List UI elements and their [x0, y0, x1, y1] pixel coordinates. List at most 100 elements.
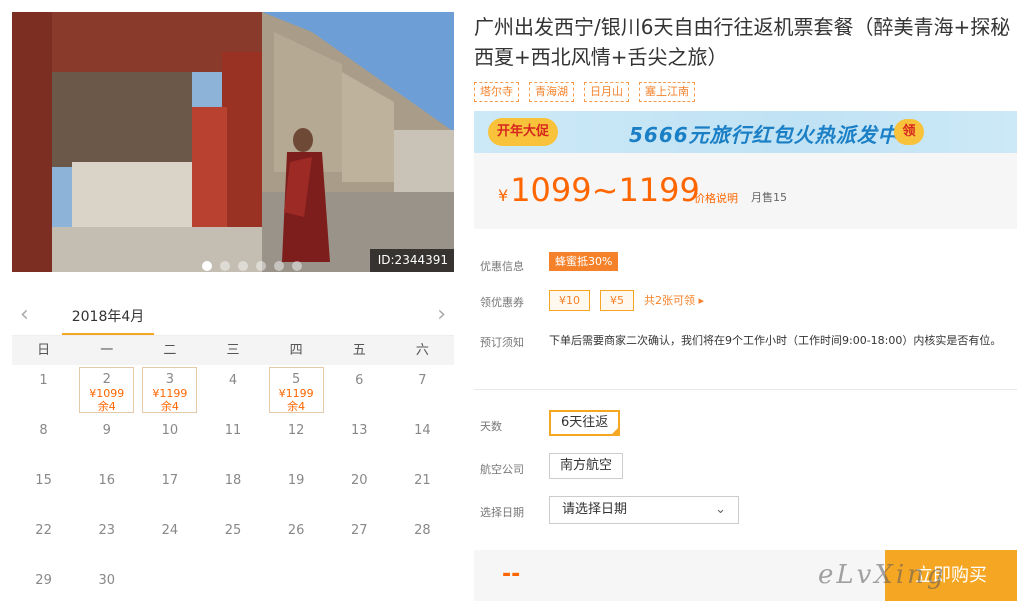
- calendar-header: ‹ 2018年4月 ›: [12, 300, 454, 335]
- calendar-day-available[interactable]: 2 ¥1099 余4: [79, 367, 135, 413]
- product-tag[interactable]: 塔尔寺: [474, 82, 519, 102]
- carousel-dot[interactable]: [202, 261, 212, 271]
- carousel-dot[interactable]: [292, 261, 302, 271]
- weekday-label: 二: [163, 343, 177, 358]
- price-explanation-link[interactable]: 价格说明: [694, 190, 738, 206]
- calendar-day-remaining: 余4: [97, 400, 116, 413]
- prev-month-button[interactable]: ‹: [20, 302, 29, 327]
- calendar-day: 30: [75, 565, 138, 609]
- chevron-down-icon: ⌄: [715, 502, 726, 517]
- notice-label: 预订须知: [480, 336, 524, 349]
- airline-label: 航空公司: [480, 463, 524, 476]
- calendar-day-price: ¥1099: [89, 387, 125, 400]
- calendar-day-number: 30: [98, 573, 115, 588]
- calendar-day-number: 23: [98, 523, 115, 538]
- calendar-day-number: 7: [418, 373, 427, 388]
- price-panel: ¥1099~1199 价格说明 月售15: [474, 153, 1017, 229]
- calendar-day: 1: [12, 365, 75, 415]
- coupon-5[interactable]: ¥5: [600, 290, 634, 311]
- calendar-day-number: 4: [228, 373, 238, 388]
- calendar-grid: 1 2 ¥1099 余4 3 ¥1199 余4 4 5 ¥1199 余4 6 7 8 9 10 11 12 13 14…: [12, 365, 454, 609]
- calendar-day-number: 6: [355, 373, 364, 388]
- calendar-day: 9: [75, 415, 138, 465]
- calendar-day: 18: [201, 465, 264, 515]
- calendar-day-available[interactable]: 5 ¥1199 余4: [268, 367, 324, 413]
- discount-badge: 蜂蜜抵30%: [549, 252, 619, 271]
- calendar-day: 4: [201, 365, 264, 415]
- promo-banner[interactable]: 开年大促 5666元旅行红包火热派发中 领: [474, 111, 1017, 153]
- weekday-label: 一: [100, 343, 114, 358]
- calendar-day-number: 1: [39, 373, 48, 388]
- calendar-day-number: 29: [35, 573, 52, 588]
- calendar-day-number: 17: [161, 473, 179, 488]
- calendar-day-number: 28: [414, 523, 431, 538]
- calendar-day-number: 16: [98, 473, 115, 488]
- date-select[interactable]: 请选择日期 ⌄: [549, 496, 739, 524]
- weekday-label: 五: [352, 343, 366, 358]
- price-range-value: 1099~1199: [510, 171, 700, 209]
- days-label: 天数: [480, 420, 502, 433]
- carousel-dot[interactable]: [220, 261, 230, 271]
- photo-illustration: [12, 12, 454, 272]
- calendar-day: 15: [12, 465, 75, 515]
- calendar-day-available[interactable]: 3 ¥1199 余4: [142, 367, 198, 413]
- calendar-day: 20: [328, 465, 391, 515]
- calendar-day: 27: [328, 515, 391, 565]
- promo-badge: 开年大促: [488, 118, 558, 146]
- calendar-month-tab[interactable]: 2018年4月: [62, 300, 154, 335]
- calendar-day-number: 8: [39, 423, 48, 438]
- currency-symbol: ¥: [498, 186, 509, 205]
- calendar-day-price: ¥1199: [278, 387, 314, 400]
- date-label: 选择日期: [480, 506, 524, 519]
- calendar-day-number: 24: [161, 523, 179, 538]
- calendar-day: 22: [12, 515, 75, 565]
- calendar-day-number: 10: [161, 423, 179, 438]
- carousel-dot[interactable]: [256, 261, 266, 271]
- booking-notice: 下单后需要商家二次确认，我们将在9个工作小时（工作时间9:00-18:00）内核…: [549, 334, 1002, 347]
- calendar-weekday-row: 日 一 二 三 四 五 六: [12, 335, 454, 365]
- calendar-day-number: 26: [287, 523, 305, 538]
- product-tag[interactable]: 塞上江南: [639, 82, 695, 102]
- coupon-more-link[interactable]: 共2张可领 ▸: [644, 294, 704, 307]
- weekday-label: 三: [226, 343, 240, 358]
- days-option-6[interactable]: 6天往返: [549, 410, 621, 436]
- airline-option[interactable]: 南方航空: [549, 453, 624, 479]
- monthly-sales: 月售15: [751, 191, 787, 204]
- carousel-dot[interactable]: [274, 261, 284, 271]
- photo-id-label: ID:2344391: [369, 249, 454, 272]
- product-tag[interactable]: 日月山: [584, 82, 629, 102]
- promo-claim-button[interactable]: 领: [894, 119, 924, 145]
- calendar-day: 14: [391, 415, 454, 465]
- price-range: ¥1099~1199: [498, 171, 700, 209]
- calendar-day-number: 25: [224, 523, 242, 538]
- calendar-day-number: 2: [102, 372, 111, 387]
- calendar-day: 8: [12, 415, 75, 465]
- calendar-day-number: 5: [291, 372, 301, 387]
- calendar-day: 28: [391, 515, 454, 565]
- product-tag[interactable]: 青海湖: [529, 82, 574, 102]
- calendar-day: 13: [328, 415, 391, 465]
- product-photo[interactable]: ID:2344391: [12, 12, 454, 272]
- weekday-label: 日: [37, 343, 51, 358]
- calendar-day: 26: [265, 515, 328, 565]
- product-tags: 塔尔寺 青海湖 日月山 塞上江南: [474, 82, 695, 102]
- promo-text: 5666元旅行红包火热派发中: [629, 123, 899, 147]
- carousel-dots: [202, 261, 302, 271]
- carousel-dot[interactable]: [238, 261, 248, 271]
- date-select-value: 请选择日期: [562, 502, 628, 517]
- calendar-day-number: 3: [165, 372, 174, 387]
- calendar-day-number: 11: [224, 423, 242, 438]
- calendar-day-number: 18: [224, 473, 242, 488]
- buy-bar: -- 立即购买: [474, 550, 1017, 601]
- calendar-day: 7: [391, 365, 454, 415]
- calendar-day-number: 13: [351, 423, 368, 438]
- calendar-day-remaining: 余4: [287, 400, 306, 413]
- coupon-label: 领优惠券: [480, 296, 524, 309]
- next-month-button[interactable]: ›: [437, 302, 446, 327]
- discount-label: 优惠信息: [480, 260, 524, 273]
- calendar-day: 12: [265, 415, 328, 465]
- calendar-day-remaining: 余4: [160, 400, 179, 413]
- section-divider: [474, 389, 1017, 390]
- coupon-10[interactable]: ¥10: [549, 290, 590, 311]
- buy-now-button[interactable]: 立即购买: [885, 550, 1017, 601]
